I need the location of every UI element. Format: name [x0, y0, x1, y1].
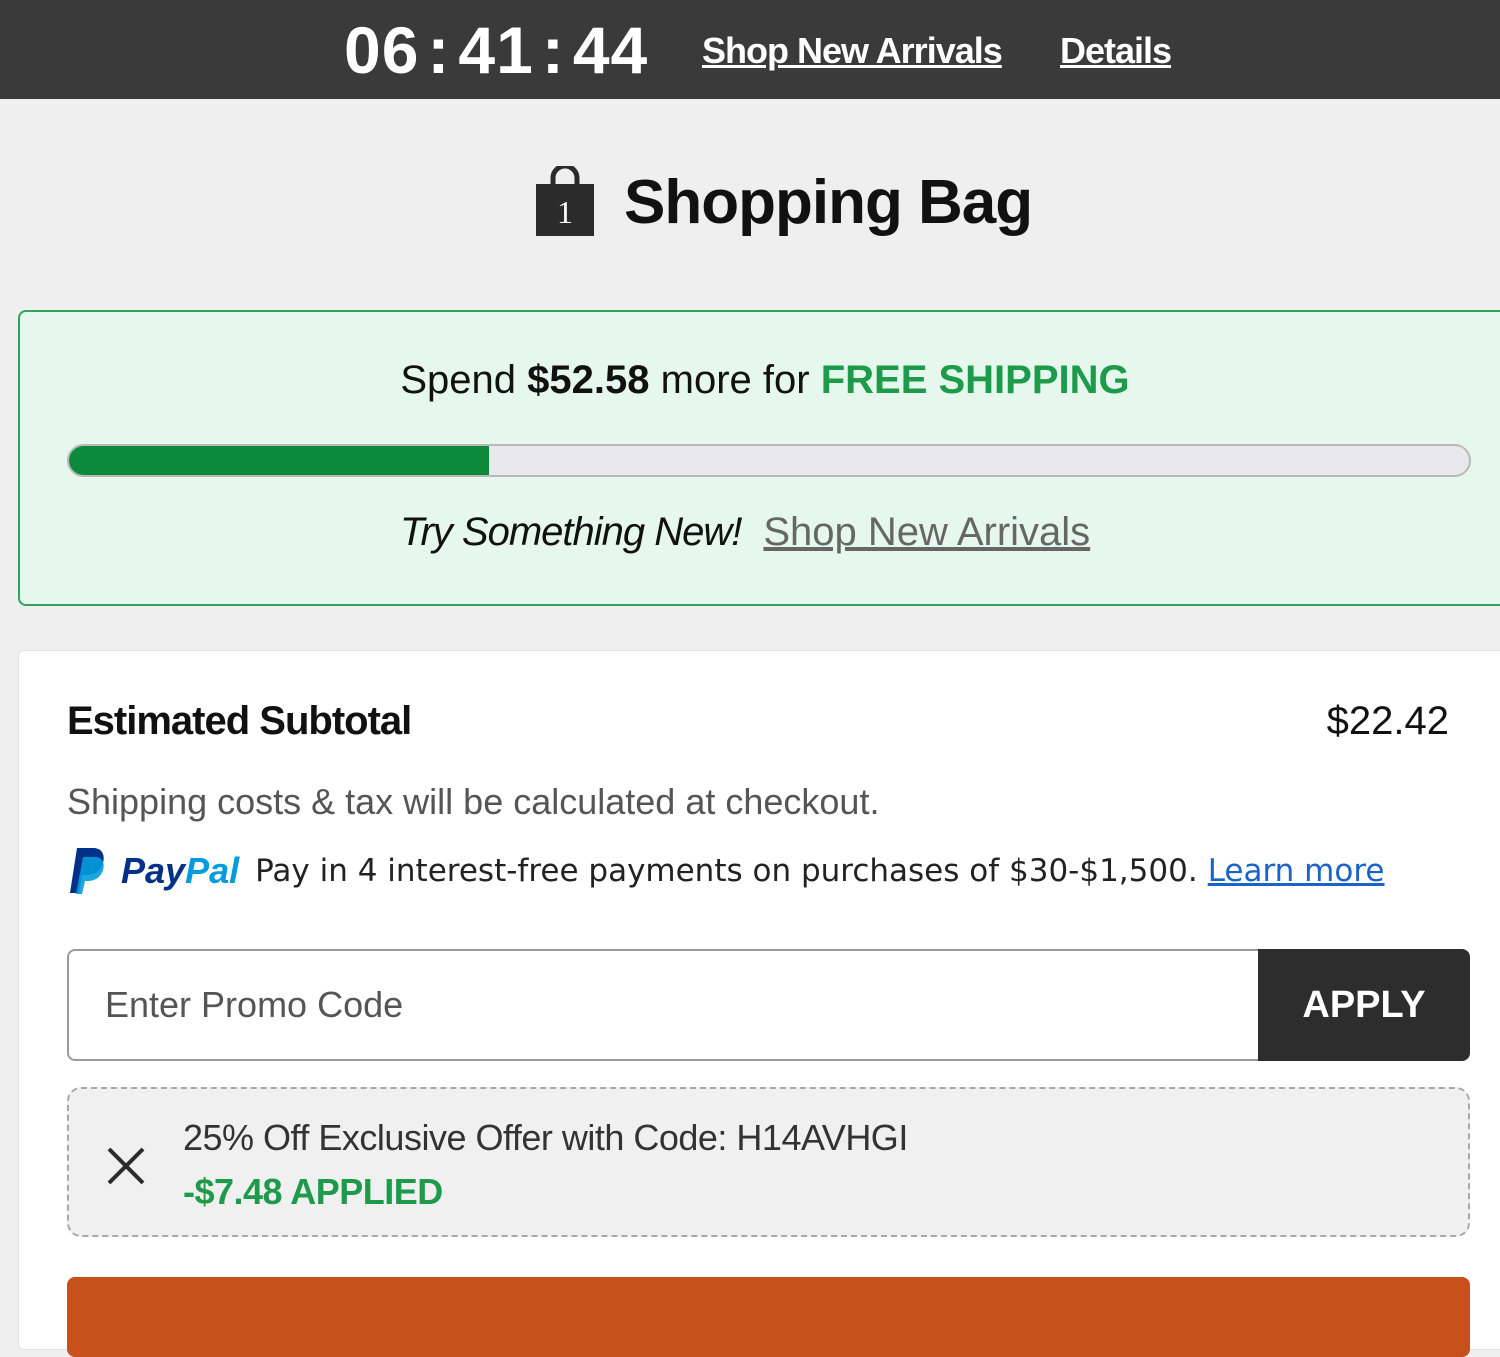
estimated-subtotal-value: $22.42 — [1326, 699, 1449, 743]
shipping-tax-note: Shipping costs & tax will be calculated … — [67, 781, 880, 822]
estimated-subtotal-label: Estimated Subtotal — [67, 699, 412, 743]
countdown-separator: : — [427, 13, 451, 87]
paypal-pay-in-4-row: PayPal Pay in 4 interest-free payments o… — [67, 846, 1384, 896]
countdown-minutes: 41 — [458, 13, 534, 87]
applied-offer-description: 25% Off Exclusive Offer with Code: H14AV… — [183, 1117, 908, 1158]
progress-fill — [69, 446, 489, 475]
close-icon[interactable] — [105, 1145, 147, 1187]
applied-offer-discount: -$7.48 APPLIED — [183, 1171, 443, 1212]
countdown-hours: 06 — [344, 13, 420, 87]
free-shipping-banner: Spend $52.58 more for FREE SHIPPING Try … — [18, 310, 1500, 606]
page-heading: 1 Shopping Bag — [534, 162, 1033, 242]
free-shipping-amount: $52.58 — [527, 358, 650, 402]
paypal-p-icon — [70, 848, 104, 894]
promo-code-input[interactable] — [67, 949, 1259, 1061]
page-title: Shopping Bag — [624, 167, 1033, 237]
free-shipping-middle: more for — [660, 358, 810, 402]
try-something-new-text: Try Something New! — [400, 510, 742, 554]
bag-count-badge: 1 — [557, 194, 573, 230]
checkout-button[interactable] — [67, 1277, 1470, 1357]
countdown-separator: : — [541, 13, 565, 87]
countdown-timer: 06 : 41 : 44 — [344, 12, 648, 88]
paypal-logo-text: PayPal — [121, 850, 240, 891]
order-summary-card: Estimated Subtotal $22.42 Shipping costs… — [18, 650, 1500, 1357]
shopping-bag-icon[interactable]: 1 — [534, 163, 596, 238]
countdown-seconds: 44 — [572, 13, 649, 87]
applied-promo-offer: 25% Off Exclusive Offer with Code: H14AV… — [67, 1087, 1470, 1237]
free-shipping-progress-bar — [67, 444, 1471, 477]
apply-promo-button[interactable]: APPLY — [1258, 949, 1470, 1061]
free-shipping-prefix: Spend — [400, 358, 517, 402]
paypal-learn-more-link[interactable]: Learn more — [1208, 853, 1385, 889]
paypal-pay-in-4-text: Pay in 4 interest-free payments on purch… — [255, 853, 1198, 889]
free-shipping-highlight: FREE SHIPPING — [820, 358, 1130, 402]
topbar-shop-new-arrivals-link[interactable]: Shop New Arrivals — [702, 30, 1003, 72]
topbar-details-link[interactable]: Details — [1060, 30, 1172, 72]
promo-topbar: 06 : 41 : 44 Shop New Arrivals Details — [0, 0, 1500, 99]
shop-new-arrivals-link[interactable]: Shop New Arrivals — [763, 510, 1090, 555]
free-shipping-message: Spend $52.58 more for FREE SHIPPING — [20, 358, 1500, 403]
try-something-new-row: Try Something New! Shop New Arrivals — [400, 510, 1090, 555]
